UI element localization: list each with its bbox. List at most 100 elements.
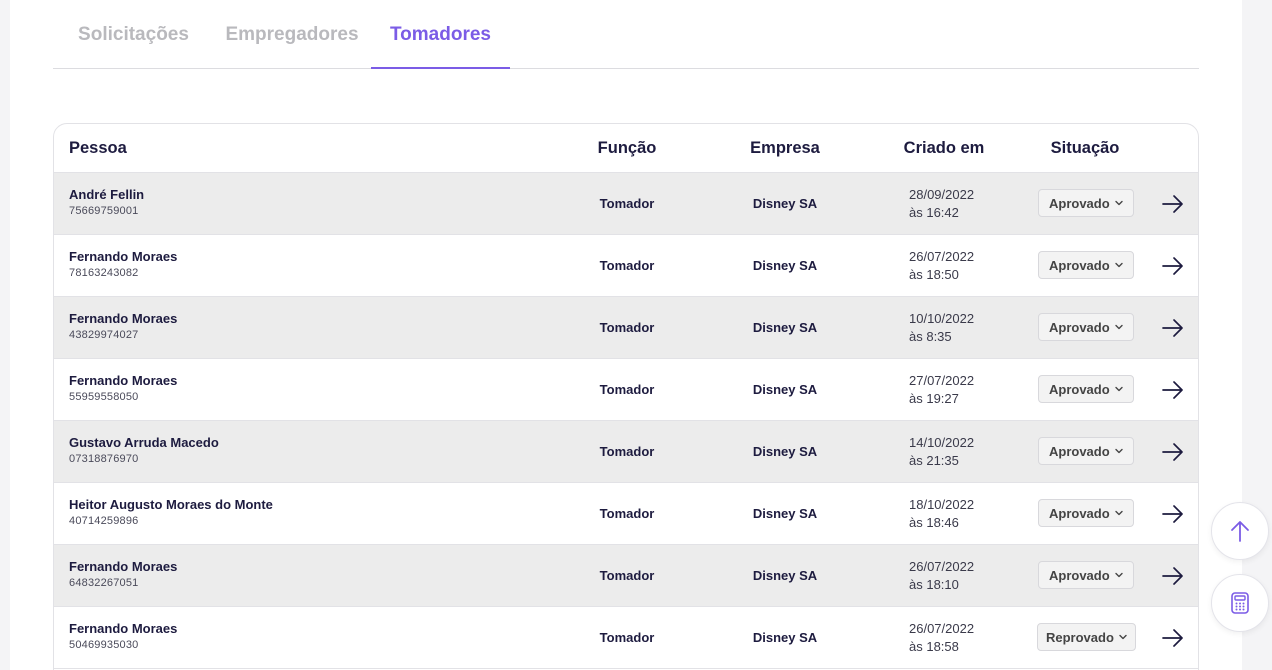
- role-cell: Tomador: [599, 320, 655, 335]
- chevron-down-icon: [1114, 200, 1123, 206]
- table-row[interactable]: Fernando Moraes 64832267051 Tomador Disney …: [54, 545, 1198, 607]
- status-dropdown[interactable]: Aprovado: [1038, 375, 1134, 403]
- person-name: André Fellin: [69, 187, 145, 202]
- status-label: Aprovado: [1049, 443, 1110, 459]
- created-time: às 18:50: [909, 267, 959, 282]
- created-time: às 21:35: [909, 453, 959, 468]
- person-name: Fernando Moraes: [69, 373, 178, 388]
- table-row[interactable]: Gustavo Arruda Macedo 07318876970 Tomador D…: [54, 421, 1198, 483]
- status-dropdown[interactable]: Aprovado: [1038, 437, 1134, 465]
- person-document-id: 75669759001: [69, 205, 139, 217]
- chevron-down-icon: [1114, 510, 1123, 516]
- person-document-id: 50469935030: [69, 639, 139, 651]
- company-cell: Disney SA: [752, 196, 818, 211]
- calculator-button[interactable]: [1211, 574, 1269, 632]
- chevron-down-icon: [1114, 448, 1123, 454]
- tab-solicitacoes[interactable]: Solicitações: [65, 0, 202, 69]
- role-cell: Tomador: [599, 382, 655, 397]
- created-at-cell: 18/10/2022 às 18:46: [909, 496, 974, 532]
- person-document-id: 78163243082: [69, 267, 139, 279]
- arrow-right-icon[interactable]: [1160, 625, 1186, 651]
- status-label: Aprovado: [1049, 567, 1110, 583]
- created-time: às 18:58: [909, 639, 959, 654]
- person-document-id: 07318876970: [69, 453, 139, 465]
- created-time: às 19:27: [909, 391, 959, 406]
- table-body: André Fellin 75669759001 Tomador Disney SA 2…: [54, 173, 1198, 669]
- status-label: Aprovado: [1049, 195, 1110, 211]
- role-cell: Tomador: [599, 444, 655, 459]
- created-date: 26/07/2022: [909, 249, 975, 264]
- arrow-right-icon[interactable]: [1160, 315, 1186, 341]
- created-at-cell: 28/09/2022 às 16:42: [909, 186, 974, 222]
- created-date: 27/07/2022: [909, 373, 975, 388]
- status-label: Aprovado: [1049, 505, 1110, 521]
- company-cell: Disney SA: [752, 382, 818, 397]
- status-label: Aprovado: [1049, 257, 1110, 273]
- created-time: às 16:42: [909, 205, 959, 220]
- person-document-id: 40714259896: [69, 515, 139, 527]
- header-criado-em: Criado em: [903, 139, 985, 157]
- company-cell: Disney SA: [752, 630, 818, 645]
- person-name: Gustavo Arruda Macedo: [69, 435, 219, 450]
- table-row[interactable]: Fernando Moraes 55959558050 Tomador Disney …: [54, 359, 1198, 421]
- table-row[interactable]: André Fellin 75669759001 Tomador Disney SA 2…: [54, 173, 1198, 235]
- scroll-top-button[interactable]: [1211, 502, 1269, 560]
- person-name: Heitor Augusto Moraes do Monte: [69, 497, 273, 512]
- arrow-right-icon[interactable]: [1160, 439, 1186, 465]
- arrow-right-icon[interactable]: [1160, 377, 1186, 403]
- person-document-id: 55959558050: [69, 391, 139, 403]
- role-cell: Tomador: [599, 258, 655, 273]
- person-name: Fernando Moraes: [69, 621, 178, 636]
- status-label: Aprovado: [1049, 319, 1110, 335]
- table-row[interactable]: Fernando Moraes 50469935030 Tomador Disney …: [54, 607, 1198, 669]
- status-dropdown[interactable]: Aprovado: [1038, 189, 1134, 217]
- table-row[interactable]: Fernando Moraes 78163243082 Tomador Disney …: [54, 235, 1198, 297]
- created-date: 28/09/2022: [909, 187, 975, 202]
- created-at-cell: 26/07/2022 às 18:50: [909, 248, 974, 284]
- company-cell: Disney SA: [752, 506, 818, 521]
- tab-empregadores[interactable]: Empregadores: [217, 0, 367, 69]
- table-row[interactable]: Heitor Augusto Moraes do Monte 4071425989…: [54, 483, 1198, 545]
- created-at-cell: 26/07/2022 às 18:58: [909, 620, 974, 656]
- status-dropdown[interactable]: Reprovado: [1037, 623, 1136, 651]
- created-at-cell: 14/10/2022 às 21:35: [909, 434, 974, 470]
- role-cell: Tomador: [599, 506, 655, 521]
- person-document-id: 64832267051: [69, 577, 139, 589]
- created-at-cell: 10/10/2022 às 8:35: [909, 310, 974, 346]
- created-at-cell: 27/07/2022 às 19:27: [909, 372, 974, 408]
- status-dropdown[interactable]: Aprovado: [1038, 313, 1134, 341]
- role-cell: Tomador: [599, 196, 655, 211]
- person-name: Fernando Moraes: [69, 559, 178, 574]
- created-date: 26/07/2022: [909, 621, 975, 636]
- chevron-down-icon: [1114, 324, 1123, 330]
- table-header: Pessoa Função Empresa Criado em Situação: [54, 124, 1198, 173]
- arrow-right-icon[interactable]: [1160, 501, 1186, 527]
- header-funcao: Função: [597, 139, 657, 157]
- person-name: Fernando Moraes: [69, 249, 178, 264]
- header-situacao: Situação: [1050, 139, 1120, 157]
- created-date: 10/10/2022: [909, 311, 975, 326]
- person-name: Fernando Moraes: [69, 311, 178, 326]
- person-document-id: 43829974027: [69, 329, 139, 341]
- company-cell: Disney SA: [752, 568, 818, 583]
- table-row[interactable]: Fernando Moraes 43829974027 Tomador Disney …: [54, 297, 1198, 359]
- created-time: às 18:10: [909, 577, 959, 592]
- arrow-right-icon[interactable]: [1160, 191, 1186, 217]
- created-date: 14/10/2022: [909, 435, 975, 450]
- status-dropdown[interactable]: Aprovado: [1038, 251, 1134, 279]
- status-dropdown[interactable]: Aprovado: [1038, 561, 1134, 589]
- created-time: às 18:46: [909, 515, 959, 530]
- tab-tomadores[interactable]: Tomadores: [371, 0, 510, 69]
- company-cell: Disney SA: [752, 258, 818, 273]
- status-label: Aprovado: [1049, 381, 1110, 397]
- role-cell: Tomador: [599, 630, 655, 645]
- arrow-right-icon[interactable]: [1160, 253, 1186, 279]
- created-at-cell: 26/07/2022 às 18:10: [909, 558, 974, 594]
- chevron-down-icon: [1114, 572, 1123, 578]
- arrow-right-icon[interactable]: [1160, 563, 1186, 589]
- company-cell: Disney SA: [752, 320, 818, 335]
- calculator-icon: [1231, 592, 1249, 614]
- arrow-up-icon: [1231, 521, 1249, 542]
- tab-bar: Solicitações Empregadores Tomadores: [53, 0, 1199, 69]
- status-dropdown[interactable]: Aprovado: [1038, 499, 1134, 527]
